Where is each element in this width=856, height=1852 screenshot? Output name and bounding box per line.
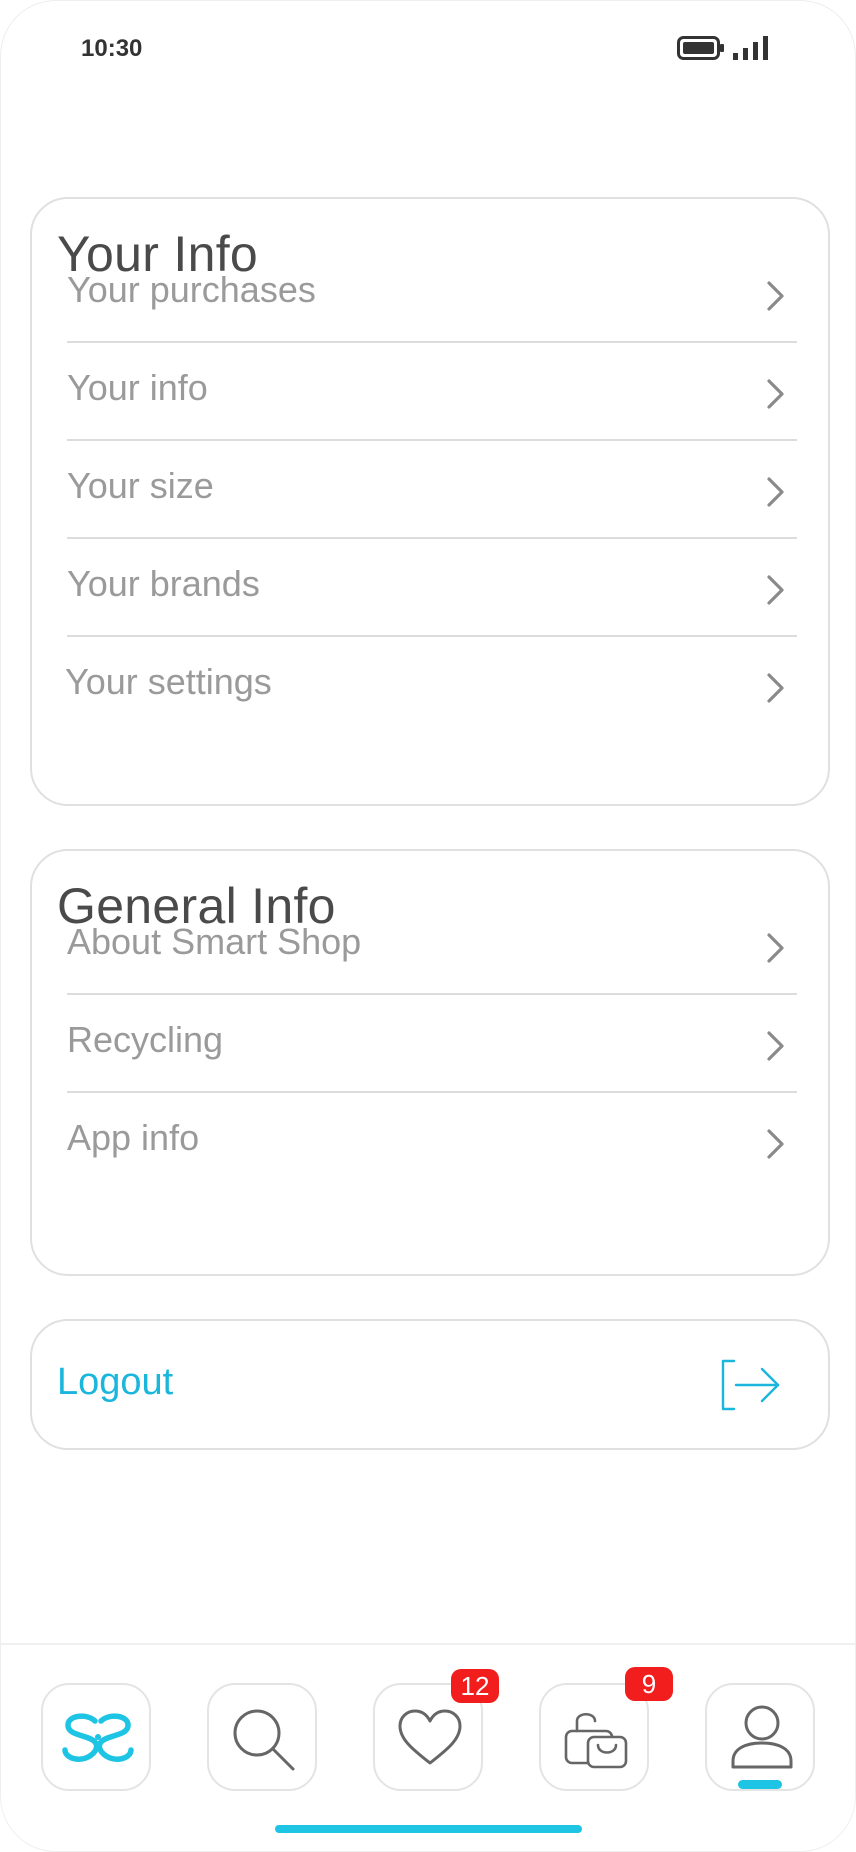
status-time: 10:30 [81, 35, 143, 62]
menu-item-recycling[interactable]: Recycling [67, 995, 797, 1093]
menu-item-your-purchases[interactable]: Your purchases [67, 245, 797, 343]
general-info-card: General Info About Smart Shop Recycling … [30, 849, 830, 1276]
menu-item-app-info[interactable]: App info [67, 1093, 797, 1191]
signal-icon [733, 36, 768, 60]
nav-profile-button[interactable] [705, 1683, 815, 1791]
nav-favorites-button[interactable]: 12 [373, 1669, 499, 1791]
battery-icon [677, 36, 724, 60]
menu-item-your-settings[interactable]: Your settings [65, 637, 795, 735]
menu-item-label: About Smart Shop [67, 921, 362, 962]
menu-item-your-info[interactable]: Your info [67, 343, 797, 441]
menu-item-label: Recycling [67, 1019, 224, 1060]
logout-card[interactable]: Logout [30, 1319, 830, 1450]
menu-item-label: App info [67, 1117, 200, 1158]
phone-screen: 10:30 Your Info Your purchases Your info… [0, 0, 856, 1852]
status-bar: 10:30 [1, 1, 855, 97]
active-tab-indicator [738, 1780, 782, 1789]
favorites-count-badge: 12 [451, 1669, 499, 1703]
logout-icon[interactable] [720, 1358, 782, 1412]
chevron-right-icon [767, 1031, 784, 1061]
nav-home-button[interactable] [41, 1683, 151, 1791]
chevron-right-icon [767, 1129, 784, 1159]
user-icon [731, 1705, 793, 1769]
nav-search-button[interactable] [207, 1683, 317, 1791]
shopping-bag-icon [564, 1712, 628, 1769]
menu-item-label: Your purchases [67, 269, 316, 310]
menu-item-your-brands[interactable]: Your brands [67, 539, 797, 637]
chevron-right-icon [767, 575, 784, 605]
chevron-right-icon [767, 933, 784, 963]
chevron-right-icon [767, 477, 784, 507]
bag-count-badge: 9 [625, 1667, 673, 1701]
menu-item-label: Your size [67, 465, 214, 506]
chevron-right-icon [767, 673, 784, 703]
chevron-right-icon [767, 379, 784, 409]
your-info-card: Your Info Your purchases Your info Your … [30, 197, 830, 806]
bottom-navigation: 12 9 [1, 1643, 855, 1851]
chevron-right-icon [767, 281, 784, 311]
nav-bag-button[interactable]: 9 [539, 1667, 673, 1791]
menu-item-about-smart-shop[interactable]: About Smart Shop [67, 897, 797, 995]
menu-item-label: Your info [67, 367, 208, 408]
search-icon [233, 1709, 295, 1771]
logout-button[interactable]: Logout [57, 1361, 173, 1404]
menu-item-label: Your settings [65, 661, 272, 702]
home-indicator[interactable] [275, 1825, 582, 1833]
menu-item-your-size[interactable]: Your size [67, 441, 797, 539]
smart-shop-logo-icon [62, 1713, 134, 1762]
menu-item-label: Your brands [67, 563, 260, 604]
